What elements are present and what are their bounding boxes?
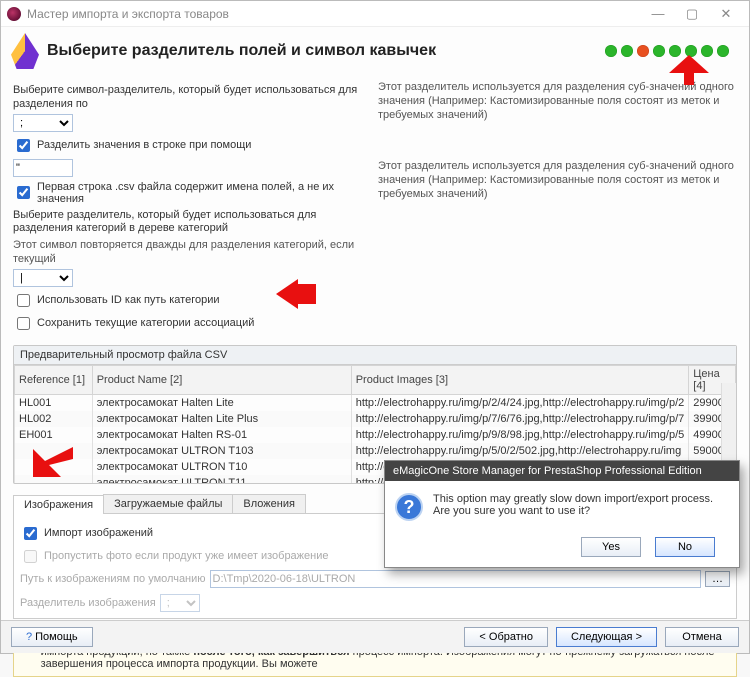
save-assoc-label: Сохранить текущие категории ассоциаций bbox=[37, 317, 254, 329]
table-row[interactable]: электросамокат ULTRON T103http://electro… bbox=[15, 443, 736, 459]
app-icon bbox=[7, 7, 21, 21]
tab-downloads[interactable]: Загружаемые файлы bbox=[103, 494, 233, 513]
maximize-button[interactable]: ▢ bbox=[675, 4, 709, 24]
first-row-label: Первая строка .csv файла содержит имена … bbox=[37, 181, 372, 205]
next-button[interactable]: Следующая > bbox=[556, 627, 657, 647]
id-as-path-checkbox[interactable]: Использовать ID как путь категории bbox=[13, 291, 372, 310]
table-cell: электросамокат Halten Lite bbox=[92, 394, 351, 411]
category-delim-select[interactable]: | bbox=[13, 269, 73, 287]
wizard-body: Выберите символ-разделитель, который буд… bbox=[1, 77, 749, 677]
id-as-path-label: Использовать ID как путь категории bbox=[37, 294, 219, 306]
import-images-check-input[interactable] bbox=[24, 527, 37, 540]
id-as-path-check-input[interactable] bbox=[17, 294, 30, 307]
back-button[interactable]: < Обратно bbox=[464, 627, 548, 647]
wizard-footer: ? Помощь < Обратно Следующая > Отмена bbox=[1, 620, 749, 653]
vertical-scrollbar[interactable] bbox=[721, 383, 736, 468]
step-dot bbox=[717, 45, 729, 57]
table-cell: http://electrohappy.ru/img/p/5/0/2/502.j… bbox=[351, 443, 689, 459]
step-dot bbox=[669, 45, 681, 57]
subvalue-desc-1: Этот разделитель используется для раздел… bbox=[378, 81, 737, 122]
tab-images[interactable]: Изображения bbox=[13, 495, 104, 514]
step-dot bbox=[621, 45, 633, 57]
step-dot-current bbox=[637, 45, 649, 57]
help-button[interactable]: ? Помощь bbox=[11, 627, 93, 647]
image-delim-select: ; bbox=[160, 594, 200, 612]
default-path-label: Путь к изображениям по умолчанию bbox=[20, 573, 206, 585]
save-assoc-check-input[interactable] bbox=[17, 317, 30, 330]
category-delim-note: Этот символ повторяется дважды для разде… bbox=[13, 239, 372, 267]
category-delim-label: Выберите разделитель, который будет испо… bbox=[13, 209, 372, 237]
step-indicator bbox=[605, 45, 729, 57]
step-dot bbox=[685, 45, 697, 57]
table-cell bbox=[15, 443, 93, 459]
table-cell: электросамокат ULTRON T103 bbox=[92, 443, 351, 459]
col-product-name[interactable]: Product Name [2] bbox=[92, 365, 351, 394]
wizard-icon bbox=[11, 33, 39, 69]
import-images-label: Импорт изображений bbox=[44, 527, 153, 539]
table-cell: http://electrohappy.ru/img/p/2/4/24.jpg,… bbox=[351, 394, 689, 411]
table-cell: электросамокат Halten Lite Plus bbox=[92, 411, 351, 427]
table-cell: http://electrohappy.ru/img/p/7/6/76.jpg,… bbox=[351, 411, 689, 427]
close-button[interactable]: ✕ bbox=[709, 4, 743, 24]
save-assoc-checkbox[interactable]: Сохранить текущие категории ассоциаций bbox=[13, 314, 372, 333]
skip-photo-label: Пропустить фото если продукт уже имеет и… bbox=[44, 550, 329, 562]
table-row[interactable]: EH001электросамокат Halten RS-01http://e… bbox=[15, 427, 736, 443]
table-cell: HL001 bbox=[15, 394, 93, 411]
dialog-title: eMagicOne Store Manager for PrestaShop P… bbox=[385, 461, 739, 481]
first-row-checkbox[interactable]: Первая строка .csv файла содержит имена … bbox=[13, 181, 372, 205]
minimize-button[interactable]: — bbox=[641, 4, 675, 24]
table-cell: электросамокат ULTRON T10 bbox=[92, 459, 351, 475]
col-reference[interactable]: Reference [1] bbox=[15, 365, 93, 394]
step-dot bbox=[701, 45, 713, 57]
titlebar: Мастер импорта и экспорта товаров — ▢ ✕ bbox=[1, 1, 749, 27]
first-row-check-input[interactable] bbox=[17, 186, 30, 199]
dialog-message: This option may greatly slow down import… bbox=[433, 493, 713, 517]
default-path-input bbox=[210, 570, 701, 588]
question-icon: ? bbox=[395, 493, 423, 521]
delimiter-label: Выберите символ-разделитель, который буд… bbox=[13, 84, 372, 112]
window-title: Мастер импорта и экспорта товаров bbox=[27, 7, 641, 21]
tab-attachments[interactable]: Вложения bbox=[232, 494, 306, 513]
table-row[interactable]: HL002электросамокат Halten Lite Plushttp… bbox=[15, 411, 736, 427]
csv-preview-title: Предварительный просмотр файла CSV bbox=[14, 346, 736, 365]
table-cell: HL002 bbox=[15, 411, 93, 427]
confirm-dialog: eMagicOne Store Manager for PrestaShop P… bbox=[384, 460, 740, 568]
delimiter-select[interactable]: ; bbox=[13, 114, 73, 132]
right-column: Этот разделитель используется для раздел… bbox=[378, 81, 737, 337]
split-values-checkbox[interactable]: Разделить значения в строке при помощи bbox=[13, 136, 372, 155]
split-values-label: Разделить значения в строке при помощи bbox=[37, 139, 251, 151]
browse-button[interactable]: … bbox=[705, 571, 730, 587]
yes-button[interactable]: Yes bbox=[581, 537, 641, 557]
table-row[interactable]: HL001электросамокат Halten Litehttp://el… bbox=[15, 394, 736, 411]
step-dot bbox=[605, 45, 617, 57]
skip-photo-check-input bbox=[24, 550, 37, 563]
subvalue-desc-2: Этот разделитель используется для раздел… bbox=[378, 160, 737, 201]
table-cell: http://electrohappy.ru/img/p/9/8/98.jpg,… bbox=[351, 427, 689, 443]
wizard-title: Выберите разделитель полей и символ кавы… bbox=[47, 42, 605, 60]
col-product-images[interactable]: Product Images [3] bbox=[351, 365, 689, 394]
cancel-button[interactable]: Отмена bbox=[665, 627, 739, 647]
table-cell: электросамокат Halten RS-01 bbox=[92, 427, 351, 443]
left-column: Выберите символ-разделитель, который буд… bbox=[13, 81, 372, 337]
split-values-check-input[interactable] bbox=[17, 139, 30, 152]
no-button[interactable]: No bbox=[655, 537, 715, 557]
table-cell: EH001 bbox=[15, 427, 93, 443]
table-cell bbox=[15, 459, 93, 475]
table-cell: электросамокат ULTRON T11 bbox=[92, 475, 351, 483]
help-icon: ? bbox=[26, 631, 32, 643]
quote-char-input[interactable] bbox=[13, 159, 73, 177]
step-dot bbox=[653, 45, 665, 57]
wizard-header: Выберите разделитель полей и символ кавы… bbox=[1, 27, 749, 77]
help-label: Помощь bbox=[35, 631, 78, 643]
table-cell bbox=[15, 475, 93, 483]
image-delim-label: Разделитель изображения bbox=[20, 597, 156, 609]
